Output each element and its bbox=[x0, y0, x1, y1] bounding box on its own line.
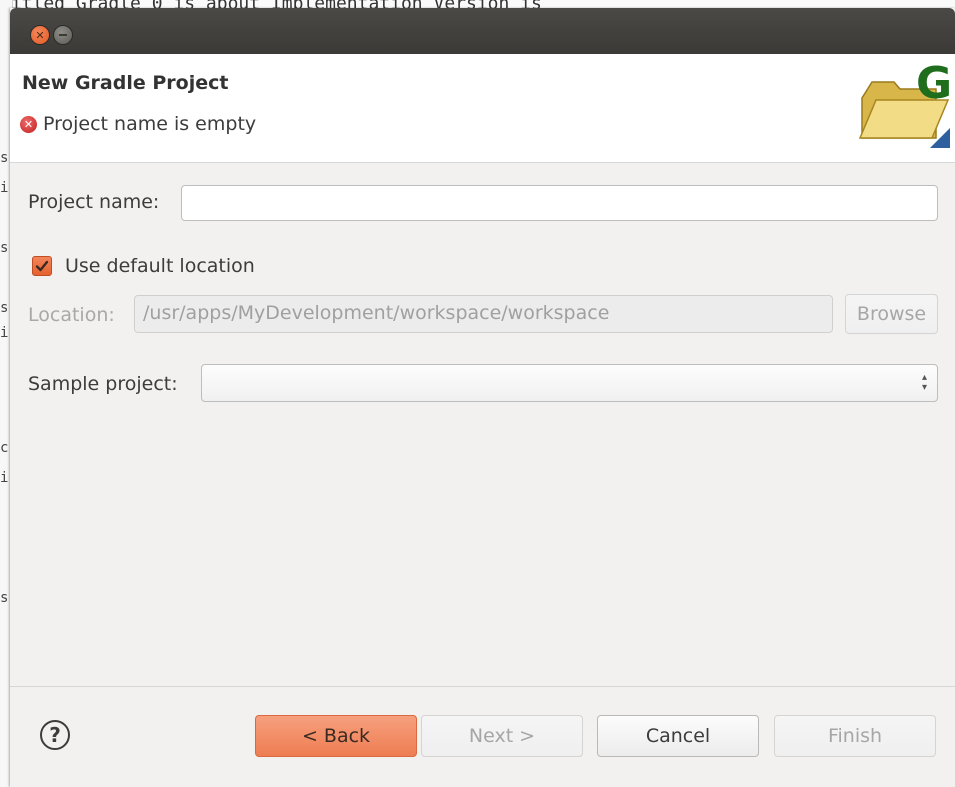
error-message: Project name is empty bbox=[43, 113, 257, 135]
location-input[interactable]: /usr/apps/MyDevelopment/workspace/worksp… bbox=[134, 295, 833, 333]
close-icon: ✕ bbox=[35, 28, 45, 42]
gradle-folder-icon: G bbox=[858, 58, 952, 148]
page-title: New Gradle Project bbox=[22, 72, 229, 94]
footer-divider bbox=[10, 686, 955, 687]
minimize-window-button[interactable] bbox=[53, 25, 73, 45]
spinner-arrows-icon: ▴ ▾ bbox=[921, 372, 927, 393]
background-char: c bbox=[0, 440, 9, 456]
cancel-button[interactable]: Cancel bbox=[597, 715, 759, 757]
location-label: Location: bbox=[28, 304, 115, 326]
use-default-location-label[interactable]: Use default location bbox=[65, 255, 255, 277]
sample-project-label: Sample project: bbox=[28, 373, 178, 395]
background-char: s bbox=[0, 300, 9, 316]
background-char: s bbox=[0, 240, 9, 256]
help-icon[interactable]: ? bbox=[40, 720, 70, 750]
project-name-label: Project name: bbox=[28, 191, 160, 213]
wizard-header: New Gradle Project ✕ Project name is emp… bbox=[10, 54, 955, 163]
checkmark-icon bbox=[35, 260, 49, 272]
next-button[interactable]: Next > bbox=[421, 715, 583, 757]
use-default-location-checkbox[interactable] bbox=[32, 256, 52, 276]
error-message-row: ✕ Project name is empty bbox=[20, 113, 256, 135]
background-char: i bbox=[0, 325, 9, 341]
error-icon: ✕ bbox=[20, 115, 37, 133]
window-titlebar[interactable]: ✕ bbox=[10, 8, 955, 54]
finish-button[interactable]: Finish bbox=[774, 715, 936, 757]
background-char: i bbox=[0, 180, 9, 196]
background-char: s bbox=[0, 590, 9, 606]
sample-project-select[interactable]: ▴ ▾ bbox=[201, 364, 938, 402]
gradle-letter: G bbox=[916, 58, 952, 109]
back-button[interactable]: < Back bbox=[255, 715, 417, 757]
project-name-input[interactable] bbox=[181, 185, 938, 221]
browse-button[interactable]: Browse bbox=[845, 294, 938, 334]
new-gradle-project-dialog: ✕ New Gradle Project ✕ Project name is e… bbox=[10, 8, 955, 787]
background-char: s bbox=[0, 150, 9, 166]
close-window-button[interactable]: ✕ bbox=[30, 25, 50, 45]
background-char: i bbox=[0, 470, 9, 486]
